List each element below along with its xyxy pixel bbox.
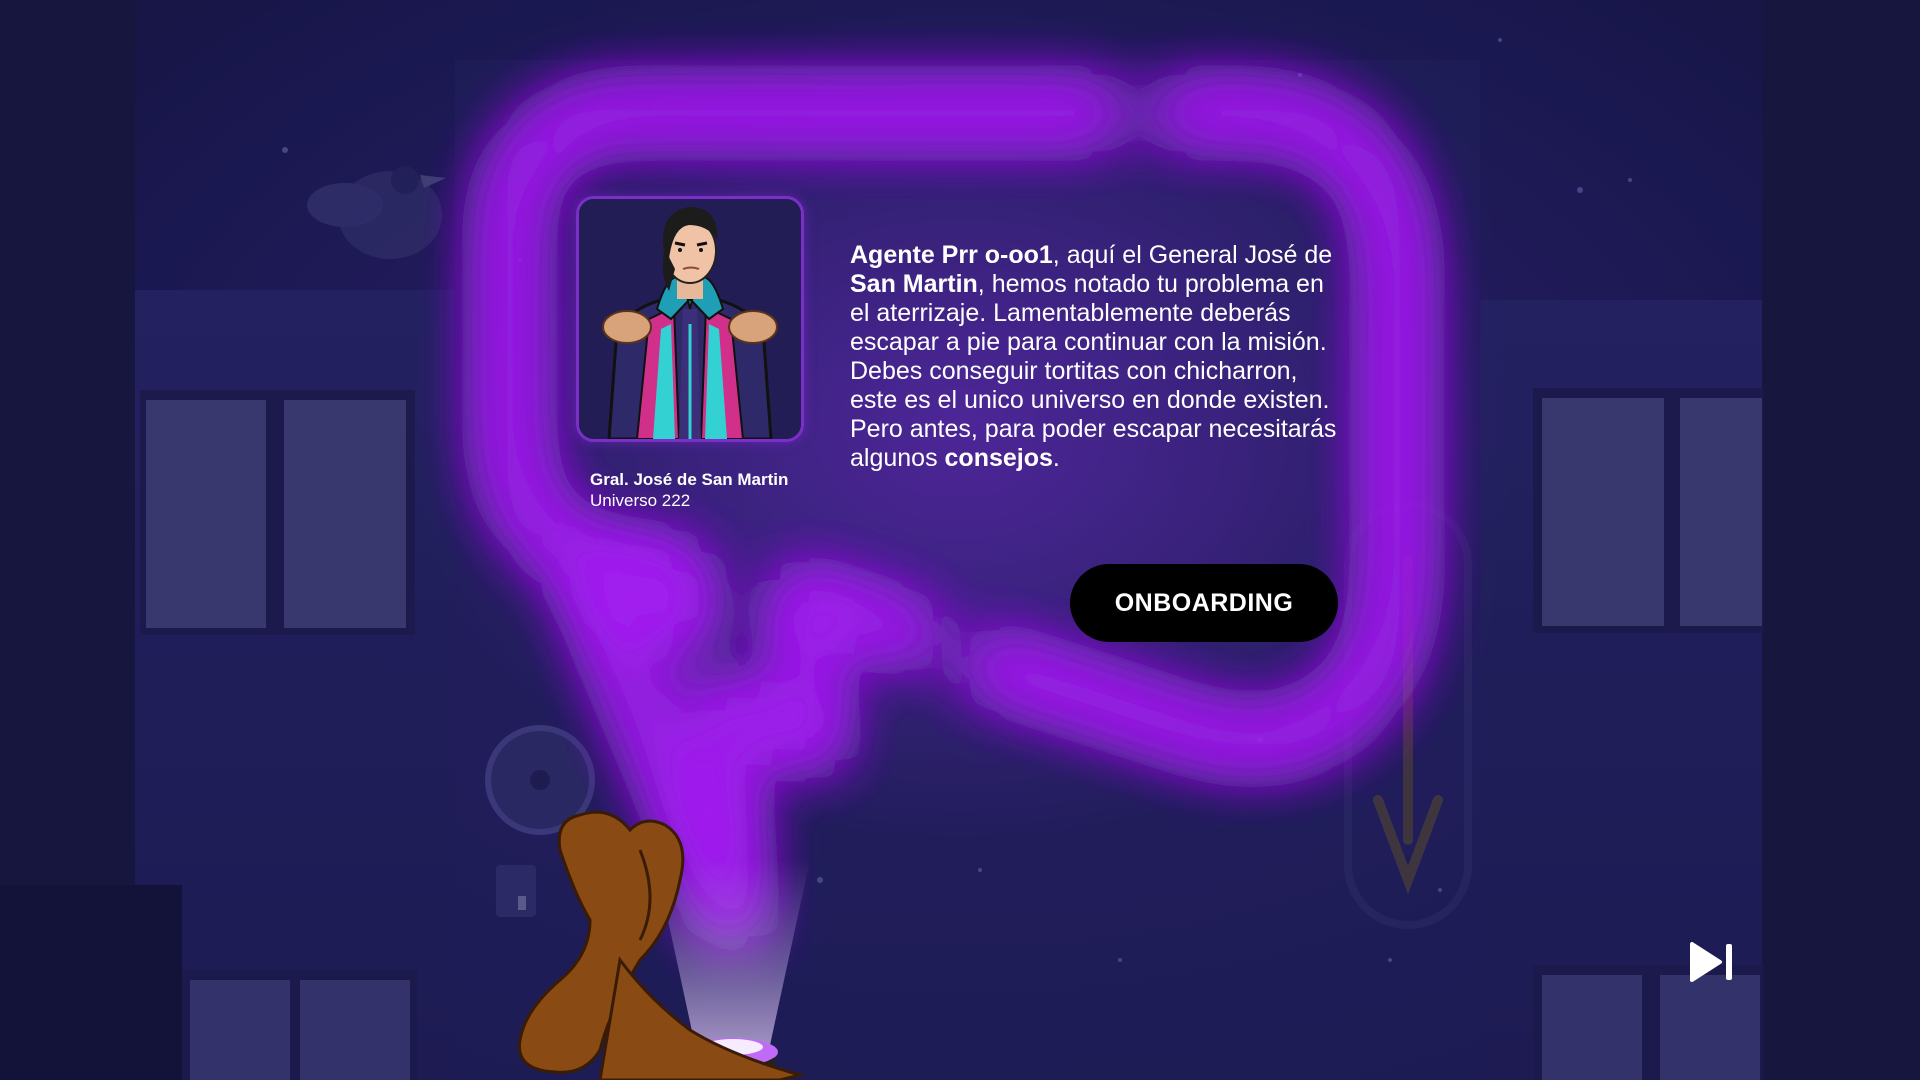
dialogue-part-4: , hemos notado tu problema en el aterriz… bbox=[850, 270, 1337, 472]
dialogue-part-2: , aquí el General José de bbox=[1052, 241, 1333, 269]
dialogue-text: Agente Prr o-oo1, aquí el General José d… bbox=[850, 241, 1350, 473]
skip-button[interactable] bbox=[1684, 938, 1740, 986]
character-name: Gral. José de San Martin bbox=[590, 470, 789, 489]
game-screen: Gral. José de San Martin Universo 222 Ag… bbox=[0, 0, 1920, 1080]
character-universe: Universo 222 bbox=[590, 491, 691, 510]
dog-character-icon bbox=[517, 810, 806, 1080]
dialogue-agent-name: Agente Prr o-oo1 bbox=[850, 241, 1053, 269]
dialogue-part-6: . bbox=[1052, 444, 1060, 472]
character-portrait bbox=[576, 196, 804, 442]
skip-next-icon bbox=[1690, 942, 1732, 982]
dialogue-advice-word: consejos bbox=[944, 444, 1053, 472]
onboarding-button[interactable]: ONBOARDING bbox=[1070, 564, 1338, 642]
general-san-martin-portrait-icon bbox=[579, 199, 801, 439]
dialogue-general-name: San Martin bbox=[850, 270, 978, 298]
